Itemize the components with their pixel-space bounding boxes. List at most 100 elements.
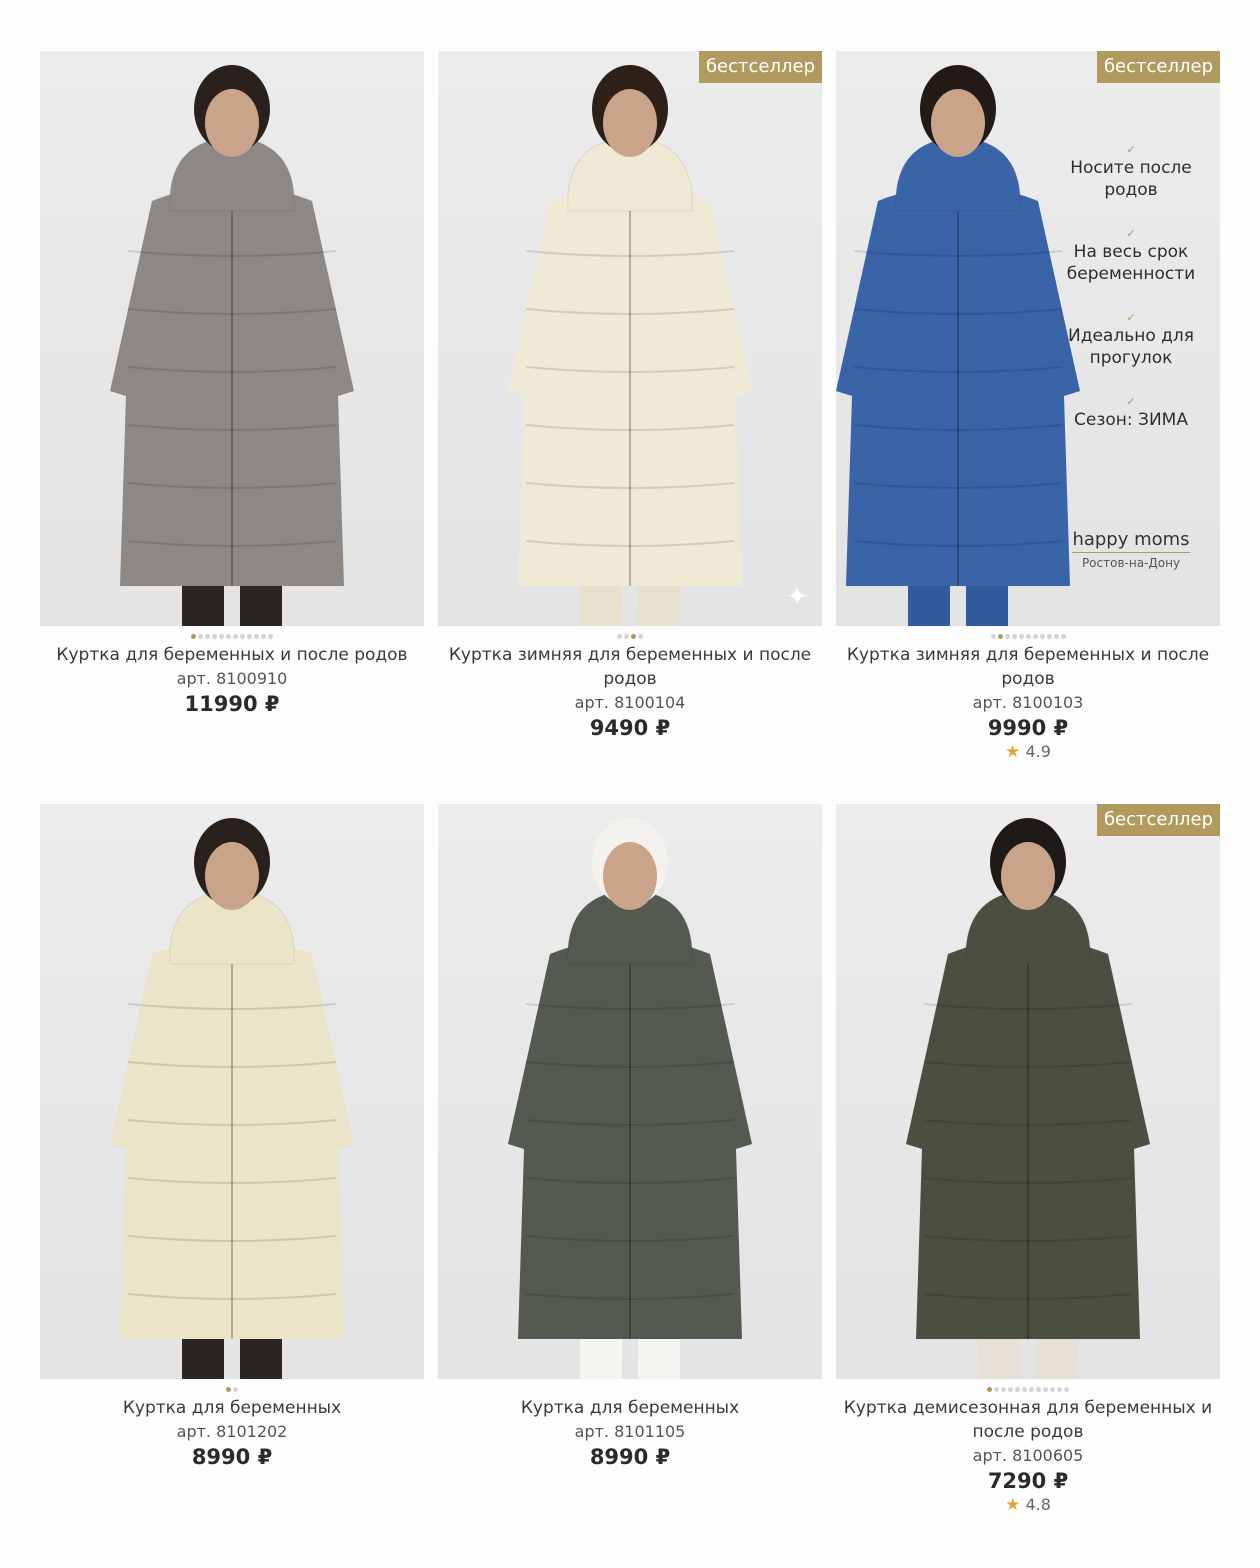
product-sku: арт. 8101105 (574, 1422, 686, 1441)
star-icon: ★ (1005, 1495, 1021, 1515)
carousel-dot[interactable] (1018, 634, 1024, 639)
carousel-dot[interactable] (987, 1387, 992, 1392)
product-card[interactable]: бестселлер Куртка демисезонная для берем… (836, 804, 1220, 1516)
sparkle-icon: ✦ (786, 582, 808, 612)
carousel-dot[interactable] (233, 634, 238, 639)
bestseller-badge: бестселлер (698, 51, 822, 83)
carousel-dot[interactable] (205, 634, 210, 639)
carousel-dot[interactable] (198, 634, 203, 639)
bestseller-badge: бестселлер (1096, 51, 1220, 83)
product-price: 7290 ₽ (987, 1469, 1069, 1493)
carousel-dot[interactable] (1011, 634, 1017, 639)
photo-carousel-dots[interactable] (438, 1384, 822, 1396)
face (205, 89, 259, 157)
feature-item: ✓ На весь срок беременности (1056, 227, 1206, 285)
product-name[interactable]: Куртка зимняя для беременных и после род… (836, 643, 1220, 691)
photo-carousel-dots[interactable] (438, 631, 822, 643)
product-name[interactable]: Куртка для беременных и после родов (40, 643, 424, 667)
product-name[interactable]: Куртка зимняя для беременных и после род… (438, 643, 822, 691)
model-illustration (906, 818, 1150, 1379)
carousel-dot[interactable] (997, 634, 1003, 639)
carousel-dot[interactable] (219, 634, 224, 639)
carousel-dot[interactable] (1032, 634, 1038, 639)
product-price: 8990 ₽ (589, 1445, 671, 1469)
product-photo[interactable]: бестселлер ✓ Носите после родов ✓ На вес… (836, 51, 1220, 626)
carousel-dot[interactable] (226, 1387, 231, 1392)
feature-item: ✓ Идеально для прогулок (1056, 311, 1206, 369)
product-price: 9990 ₽ (987, 716, 1069, 740)
product-card[interactable]: Куртка для беременных арт. 8101202 8990 … (40, 804, 424, 1470)
product-rating: ★ 4.8 (1005, 1495, 1051, 1515)
carousel-dot[interactable] (247, 634, 252, 639)
carousel-dot[interactable] (1029, 1387, 1034, 1392)
check-circle-icon: ✓ (1126, 311, 1136, 324)
photo-carousel-dots[interactable] (836, 1384, 1220, 1396)
model-illustration (110, 65, 354, 626)
product-photo[interactable] (40, 804, 424, 1379)
carousel-dot[interactable] (1008, 1387, 1013, 1392)
carousel-dot[interactable] (1039, 634, 1045, 639)
product-card[interactable]: бестселлер ✓ Носите после родов ✓ На вес… (836, 51, 1220, 763)
product-sku: арт. 8100104 (574, 693, 686, 712)
carousel-dot[interactable] (254, 634, 259, 639)
product-sku: арт. 8101202 (176, 1422, 288, 1441)
photo-carousel-dots[interactable] (40, 1384, 424, 1396)
face (1001, 842, 1055, 910)
brand-logo: happy moms Ростов-на-Дону (1072, 529, 1190, 570)
product-card[interactable]: ✦ бестселлер Куртка зимняя для беременны… (438, 51, 822, 741)
product-rating: ★ 4.9 (1005, 742, 1051, 762)
model-illustration (508, 818, 752, 1379)
feature-item: ✓ Носите после родов (1056, 143, 1206, 201)
carousel-dot[interactable] (1046, 634, 1052, 639)
carousel-dot[interactable] (1053, 634, 1059, 639)
star-icon: ★ (1005, 742, 1021, 762)
carousel-dot[interactable] (226, 634, 231, 639)
product-sku: арт. 8100605 (972, 1446, 1084, 1465)
carousel-dot[interactable] (1043, 1387, 1048, 1392)
product-card[interactable]: Куртка для беременных и после родов арт.… (40, 51, 424, 717)
carousel-dot[interactable] (1064, 1387, 1069, 1392)
carousel-dot[interactable] (617, 634, 622, 639)
carousel-dot[interactable] (631, 634, 636, 639)
carousel-dot[interactable] (1057, 1387, 1062, 1392)
carousel-dot[interactable] (1050, 1387, 1055, 1392)
carousel-dot[interactable] (638, 634, 643, 639)
product-price: 8990 ₽ (191, 1445, 273, 1469)
carousel-dot[interactable] (1022, 1387, 1027, 1392)
carousel-dot[interactable] (1060, 634, 1066, 639)
product-photo[interactable]: ✦ бестселлер (438, 51, 822, 626)
carousel-dot[interactable] (261, 634, 266, 639)
check-circle-icon: ✓ (1126, 143, 1136, 156)
carousel-dot[interactable] (1015, 1387, 1020, 1392)
carousel-dot[interactable] (624, 634, 629, 639)
carousel-dot[interactable] (990, 634, 996, 639)
face (931, 89, 985, 157)
product-sku: арт. 8100103 (972, 693, 1084, 712)
product-photo[interactable]: бестселлер (836, 804, 1220, 1379)
carousel-dot[interactable] (233, 1387, 238, 1392)
carousel-dot[interactable] (994, 1387, 999, 1392)
face (603, 89, 657, 157)
product-name[interactable]: Куртка для беременных (438, 1396, 822, 1420)
bestseller-badge: бестселлер (1096, 804, 1220, 836)
carousel-dot[interactable] (240, 634, 245, 639)
face (603, 842, 657, 910)
model-illustration (110, 818, 354, 1379)
photo-carousel-dots[interactable] (40, 631, 424, 643)
photo-carousel-dots[interactable] (836, 631, 1220, 643)
product-name[interactable]: Куртка для беременных (40, 1396, 424, 1420)
product-photo[interactable] (40, 51, 424, 626)
carousel-dot[interactable] (191, 634, 196, 639)
product-sku: арт. 8100910 (176, 669, 288, 688)
carousel-dot[interactable] (1004, 634, 1010, 639)
product-price: 9490 ₽ (589, 716, 671, 740)
carousel-dot[interactable] (1025, 634, 1031, 639)
check-circle-icon: ✓ (1126, 395, 1136, 408)
carousel-dot[interactable] (1001, 1387, 1006, 1392)
product-name[interactable]: Куртка демисезонная для беременных и пос… (836, 1396, 1220, 1444)
carousel-dot[interactable] (1036, 1387, 1041, 1392)
product-photo[interactable] (438, 804, 822, 1379)
carousel-dot[interactable] (212, 634, 217, 639)
product-card[interactable]: Куртка для беременных арт. 8101105 8990 … (438, 804, 822, 1470)
carousel-dot[interactable] (268, 634, 273, 639)
